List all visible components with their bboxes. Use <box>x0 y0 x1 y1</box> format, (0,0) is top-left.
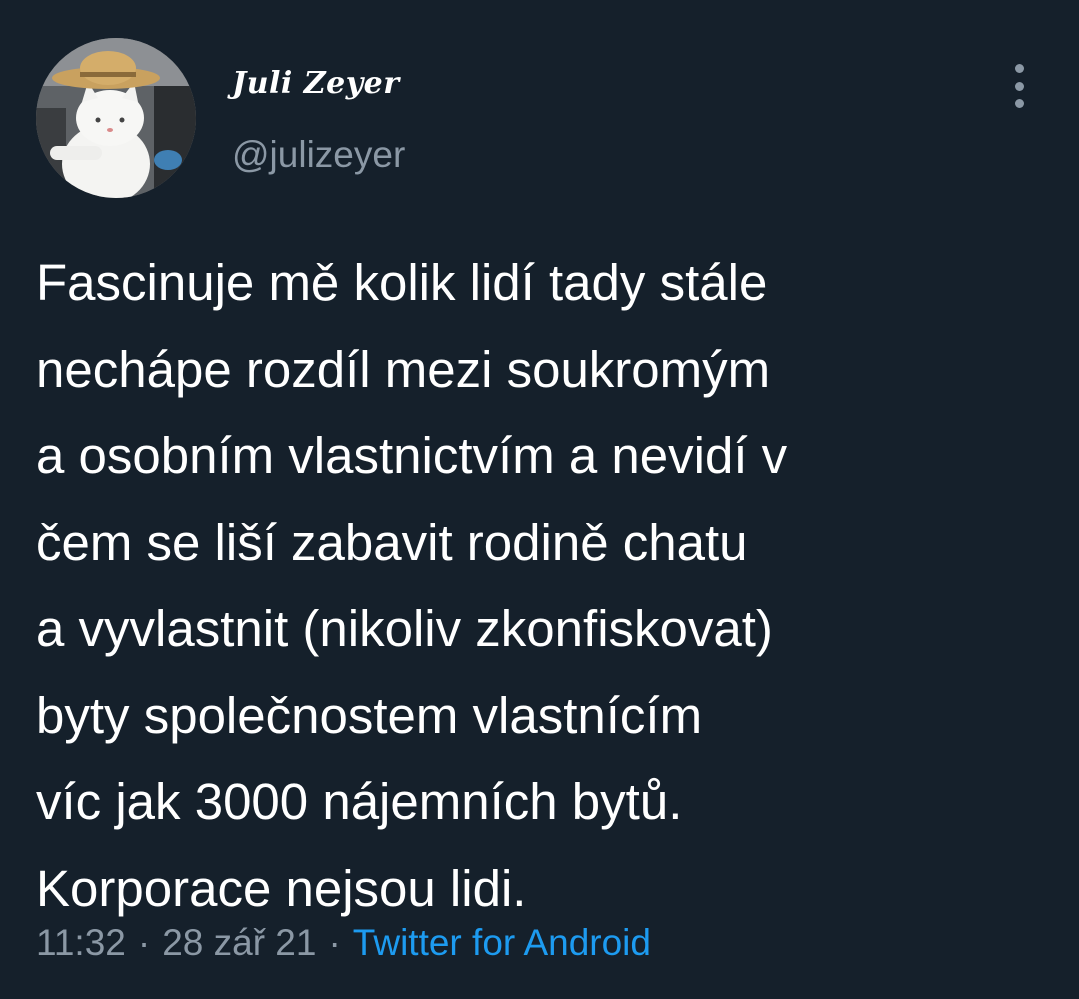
tweet-text-line: víc jak 3000 nájemních bytů. <box>36 773 683 830</box>
cat-in-straw-hat-avatar-image <box>36 38 196 198</box>
more-vertical-icon <box>1014 99 1024 108</box>
tweet-text-line: byty společnostem vlastnícím <box>36 686 703 744</box>
display-name[interactable]: Juli Zeyer <box>232 66 400 101</box>
more-options-button[interactable] <box>1004 64 1034 108</box>
tweet-text-line: čem se liší zabavit rodině chatu <box>36 513 748 571</box>
tweet-text-line: a osobním vlastnictvím a nevidí v <box>36 427 788 484</box>
tweet-text: Fascinuje mě kolik lidí tady stále nechá… <box>36 240 1046 932</box>
tweet-source-link[interactable]: Twitter for Android <box>353 922 651 963</box>
more-vertical-icon <box>1014 81 1024 91</box>
avatar[interactable] <box>36 38 196 198</box>
more-vertical-icon <box>1014 64 1024 73</box>
tweet-text-line: Fascinuje mě kolik lidí tady stále <box>36 254 768 311</box>
username-handle[interactable]: @julizeyer <box>232 134 405 176</box>
tweet: Juli Zeyer @julizeyer Fascinuje mě kolik… <box>0 0 1079 999</box>
tweet-text-line: Korporace nejsou lidi. <box>36 859 527 917</box>
meta-separator: · <box>137 922 151 963</box>
tweet-meta: 11:32 · 28 zář 21 · Twitter for Android <box>36 922 651 964</box>
tweet-time[interactable]: 11:32 <box>36 922 126 963</box>
meta-separator: · <box>328 922 341 963</box>
tweet-date[interactable]: 28 zář 21 <box>162 922 316 963</box>
tweet-text-line: nechápe rozdíl mezi soukromým <box>36 340 771 398</box>
tweet-text-line: a vyvlastnit (nikoliv zkonfiskovat) <box>36 600 773 657</box>
